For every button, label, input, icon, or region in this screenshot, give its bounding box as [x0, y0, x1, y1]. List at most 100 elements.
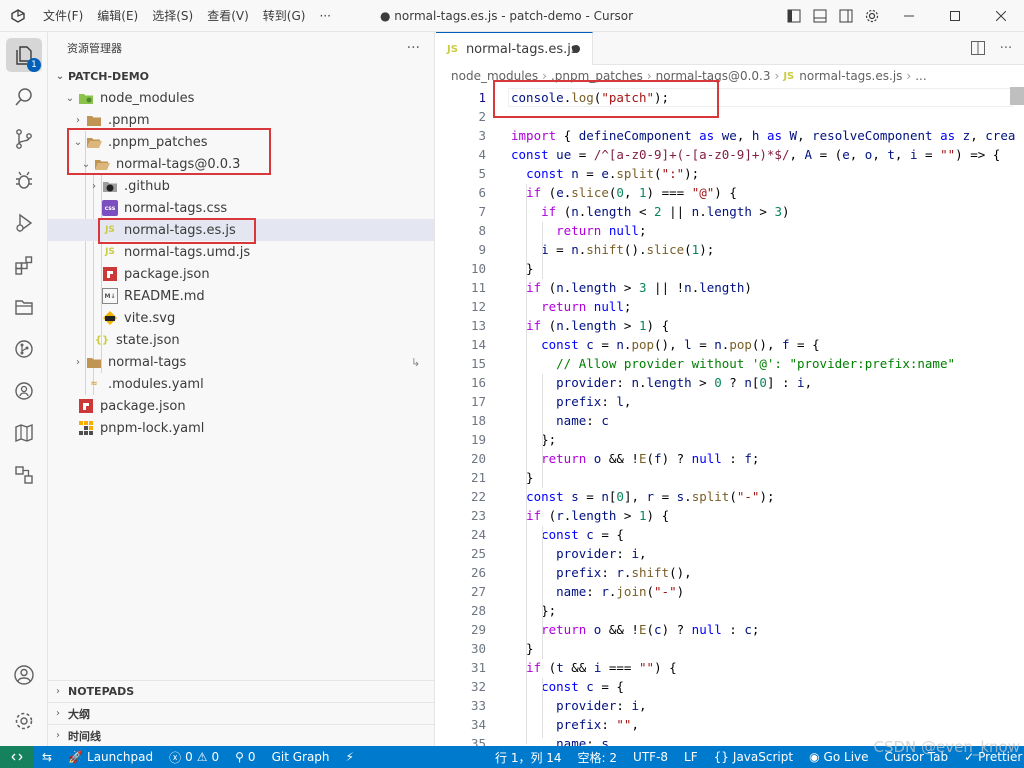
code-line[interactable]: 17 prefix: l,	[436, 392, 1024, 411]
code-line[interactable]: 27 name: r.join("-")	[436, 582, 1024, 601]
code-line[interactable]: 20 return o && !E(f) ? null : f;	[436, 449, 1024, 468]
code-line[interactable]: 8 return null;	[436, 221, 1024, 240]
code-line[interactable]: 26 prefix: r.shift(),	[436, 563, 1024, 582]
editor-scrollbar[interactable]	[1010, 87, 1024, 746]
git-compare-icon[interactable]: ⇆	[34, 750, 60, 764]
tree-item-package-json[interactable]: package.json	[48, 263, 434, 285]
code-line[interactable]: 16 provider: n.length > 0 ? n[0] : i,	[436, 373, 1024, 392]
launchpad-button[interactable]: 🚀 Launchpad	[60, 750, 161, 764]
code-line[interactable]: 25 provider: i,	[436, 544, 1024, 563]
language-mode[interactable]: {} JavaScript	[706, 750, 801, 764]
remote-icon	[15, 382, 33, 400]
tree-item-umd-js-file[interactable]: JS normal-tags.umd.js	[48, 241, 434, 263]
code-line[interactable]: 34 prefix: "",	[436, 715, 1024, 734]
code-line[interactable]: 32 const c = {	[436, 677, 1024, 696]
map-activity[interactable]	[0, 412, 48, 454]
remote-indicator-icon[interactable]	[0, 746, 34, 768]
tree-item-pnpm-lock[interactable]: pnpm-lock.yaml	[48, 417, 434, 439]
code-line[interactable]: 30 }	[436, 639, 1024, 658]
code-line[interactable]: 28 };	[436, 601, 1024, 620]
account-activity[interactable]	[0, 654, 48, 696]
menu-file[interactable]: 文件(F)	[36, 0, 90, 32]
menu-edit[interactable]: 编辑(E)	[90, 0, 145, 32]
notepads-panel[interactable]: › NOTEPADS	[48, 680, 434, 702]
menu-more[interactable]: ···	[312, 0, 337, 32]
search-activity[interactable]	[0, 76, 48, 118]
code-editor[interactable]: 1 console.log("patch"); 2 3 import { defineC…	[436, 87, 1024, 746]
minimize-icon[interactable]	[886, 0, 932, 32]
folder-activity[interactable]	[0, 286, 48, 328]
end-of-line[interactable]: LF	[676, 750, 706, 764]
code-line[interactable]: 3 import { defineComponent as we, h as W,…	[436, 126, 1024, 145]
tree-item-node-modules[interactable]: ⌄ node_modules	[48, 87, 434, 109]
code-line[interactable]: 14 const c = n.pop(), l = n.pop(), f = {	[436, 335, 1024, 354]
menu-view[interactable]: 查看(V)	[200, 0, 256, 32]
code-line[interactable]: 24 const c = {	[436, 525, 1024, 544]
code-line[interactable]: 21 }	[436, 468, 1024, 487]
menu-go[interactable]: 转到(G)	[256, 0, 313, 32]
encoding[interactable]: UTF-8	[625, 750, 676, 764]
extensions-activity[interactable]	[0, 244, 48, 286]
manage-activity[interactable]	[0, 700, 48, 742]
menu-selection[interactable]: 选择(S)	[145, 0, 200, 32]
more-actions-icon[interactable]: ···	[996, 38, 1016, 58]
code-line[interactable]: 11 if (n.length > 3 || !n.length)	[436, 278, 1024, 297]
project-header[interactable]: ⌄ PATCH-DEMO	[48, 65, 434, 87]
toggle-secondary-sidebar-icon[interactable]	[835, 5, 857, 27]
tree-item-modules-yaml[interactable]: ≈ .modules.yaml	[48, 373, 434, 395]
tree-item-github[interactable]: › .github	[48, 175, 434, 197]
maximize-icon[interactable]	[932, 0, 978, 32]
toggle-panel-icon[interactable]	[809, 5, 831, 27]
debug-activity[interactable]	[0, 160, 48, 202]
code-line[interactable]: 23 if (r.length > 1) {	[436, 506, 1024, 525]
outline-panel[interactable]: › 大纲	[48, 702, 434, 724]
git-graph-button[interactable]: Git Graph	[264, 750, 338, 764]
remote-explorer-activity[interactable]	[0, 454, 48, 496]
breadcrumb-item[interactable]: ...	[915, 69, 926, 83]
code-line[interactable]: 29 return o && !E(c) ? null : c;	[436, 620, 1024, 639]
git-graph-activity[interactable]	[0, 328, 48, 370]
close-icon[interactable]	[978, 0, 1024, 32]
split-editor-icon[interactable]	[968, 38, 988, 58]
tree-item-vite-svg[interactable]: vite.svg	[48, 307, 434, 329]
code-line[interactable]: 18 name: c	[436, 411, 1024, 430]
explorer-activity[interactable]: 1	[0, 34, 48, 76]
settings-gear-icon[interactable]	[861, 5, 883, 27]
breadcrumb-item[interactable]: normal-tags.es.js	[799, 69, 902, 83]
scrollbar-thumb[interactable]	[1010, 87, 1024, 105]
code-line[interactable]: 10 }	[436, 259, 1024, 278]
go-live-activity[interactable]	[0, 370, 48, 412]
code-line[interactable]: 6 if (e.slice(0, 1) === "@") {	[436, 183, 1024, 202]
run-debug-activity[interactable]	[0, 202, 48, 244]
cursor-position[interactable]: 行 1，列 14	[487, 749, 570, 766]
ports-button[interactable]: ⚲ 0	[227, 750, 263, 764]
code-text: const n = e.split(":");	[526, 166, 700, 181]
code-line[interactable]: 12 return null;	[436, 297, 1024, 316]
tree-item-css-file[interactable]: css normal-tags.css	[48, 197, 434, 219]
code-line[interactable]: 13 if (n.length > 1) {	[436, 316, 1024, 335]
code-line[interactable]: 9 i = n.shift().slice(1);	[436, 240, 1024, 259]
code-line[interactable]: 4 const ue = /^[a-z0-9]+(-[a-z0-9]+)*$/, …	[436, 145, 1024, 164]
code-line[interactable]: 7 if (n.length < 2 || n.length > 3)	[436, 202, 1024, 221]
tree-item-root-package-json[interactable]: package.json	[48, 395, 434, 417]
tab-normal-tags-es-js[interactable]: JS normal-tags.es.js	[436, 32, 593, 65]
tree-item-readme[interactable]: M↓ README.md	[48, 285, 434, 307]
warning-icon: ⚠	[196, 750, 208, 764]
toggle-sidebar-icon[interactable]	[783, 5, 805, 27]
indentation[interactable]: 空格: 2	[570, 749, 626, 766]
unsaved-dot-icon[interactable]	[572, 45, 580, 53]
code-line[interactable]: 19 };	[436, 430, 1024, 449]
lightning-icon[interactable]: ⚡	[338, 750, 362, 764]
code-line[interactable]: 5 const n = e.split(":");	[436, 164, 1024, 183]
code-line[interactable]: 31 if (t && i === "") {	[436, 658, 1024, 677]
problems-button[interactable]: ⓧ 0 ⚠ 0	[161, 749, 227, 766]
tree-item-normal-tags[interactable]: › normal-tags ↳	[48, 351, 434, 373]
timeline-panel[interactable]: › 时间线	[48, 724, 434, 746]
code-line[interactable]: 22 const s = n[0], r = s.split("-");	[436, 487, 1024, 506]
go-live-button[interactable]: ◉ Go Live	[801, 750, 876, 764]
code-line[interactable]: 33 provider: i,	[436, 696, 1024, 715]
tree-item-state-json[interactable]: {} state.json	[48, 329, 434, 351]
explorer-more-icon[interactable]: ···	[407, 40, 420, 56]
code-line[interactable]: 15 // Allow provider without '@': "provi…	[436, 354, 1024, 373]
source-control-activity[interactable]	[0, 118, 48, 160]
